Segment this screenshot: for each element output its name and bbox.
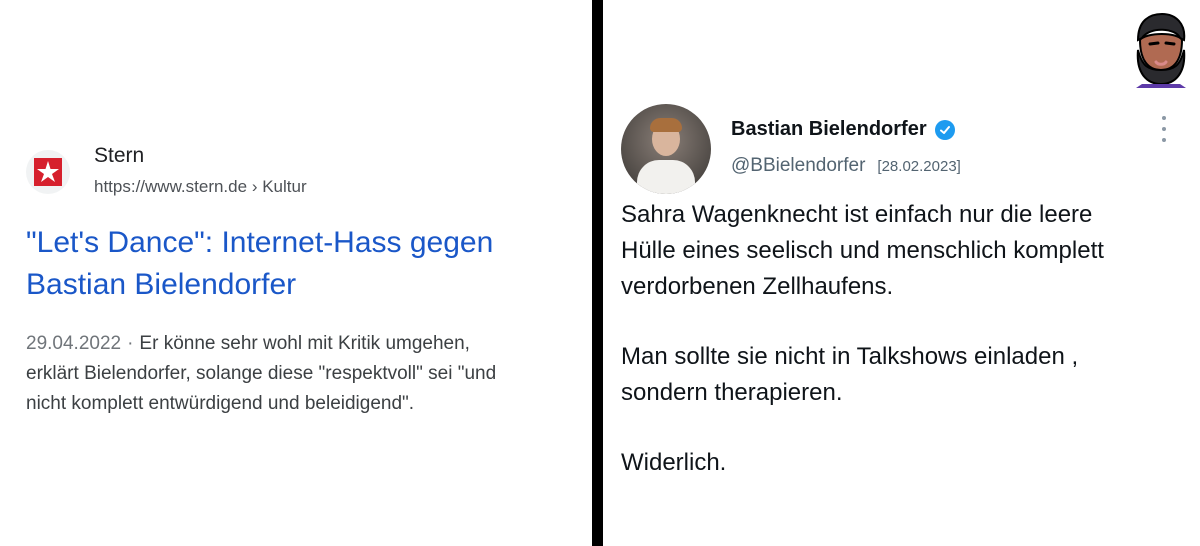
verified-badge-icon bbox=[934, 119, 955, 140]
result-title-line: Bastian Bielendorfer bbox=[26, 268, 297, 301]
breadcrumb-separator: › bbox=[251, 177, 258, 196]
bearded-man-mascot-icon bbox=[1128, 10, 1194, 88]
handle-row: @BBielendorfer [28.02.2023] bbox=[731, 155, 961, 177]
divider bbox=[592, 0, 603, 546]
result-snippet: 29.04.2022 · Er könne sehr wohl mit Kritik… bbox=[26, 329, 586, 419]
author-name[interactable]: Bastian Bielendorfer bbox=[731, 118, 927, 141]
tweet-text: Sahra Wagenknecht ist einfach nur die le… bbox=[621, 197, 1186, 481]
site-url[interactable]: https://www.stern.de › Kultur bbox=[94, 177, 307, 197]
search-result-panel: Stern https://www.stern.de › Kultur "Let… bbox=[0, 0, 592, 546]
avatar[interactable] bbox=[621, 104, 711, 194]
result-title-line: "Let's Dance": Internet-Hass gegen bbox=[26, 226, 494, 259]
tweet-line: Hülle eines seelisch und menschlich komp… bbox=[621, 237, 1104, 264]
separator-dot: · bbox=[127, 333, 134, 354]
tweet-line: Man sollte sie nicht in Talkshows einlad… bbox=[621, 343, 1079, 370]
stern-logo-icon[interactable] bbox=[26, 150, 70, 194]
breadcrumb: Kultur bbox=[262, 177, 307, 196]
more-options-icon[interactable] bbox=[1157, 116, 1171, 142]
result-date: 29.04.2022 bbox=[26, 333, 122, 354]
tweet-line: verdorbenen Zellhaufens. bbox=[621, 273, 894, 300]
url-text: https://www.stern.de bbox=[94, 177, 248, 196]
author-row: Bastian Bielendorfer bbox=[731, 118, 955, 141]
snippet-text: erklärt Bielendorfer, solange diese "res… bbox=[26, 363, 497, 384]
tweet-line: Sahra Wagenknecht ist einfach nur die le… bbox=[621, 201, 1093, 228]
snippet-text: Er könne sehr wohl mit Kritik umgehen, bbox=[139, 333, 470, 354]
tweet-line: sondern therapieren. bbox=[621, 379, 843, 406]
tweet-line: Widerlich. bbox=[621, 449, 727, 476]
tweet-date: [28.02.2023] bbox=[877, 158, 961, 175]
tweet-panel: Bastian Bielendorfer @BBielendorfer [28.… bbox=[603, 0, 1200, 546]
snippet-text: nicht komplett entwürdigend und beleidig… bbox=[26, 393, 415, 414]
result-title-link[interactable]: "Let's Dance": Internet-Hass gegen Basti… bbox=[26, 222, 566, 306]
site-name[interactable]: Stern bbox=[94, 144, 144, 168]
author-handle[interactable]: @BBielendorfer bbox=[731, 155, 865, 177]
